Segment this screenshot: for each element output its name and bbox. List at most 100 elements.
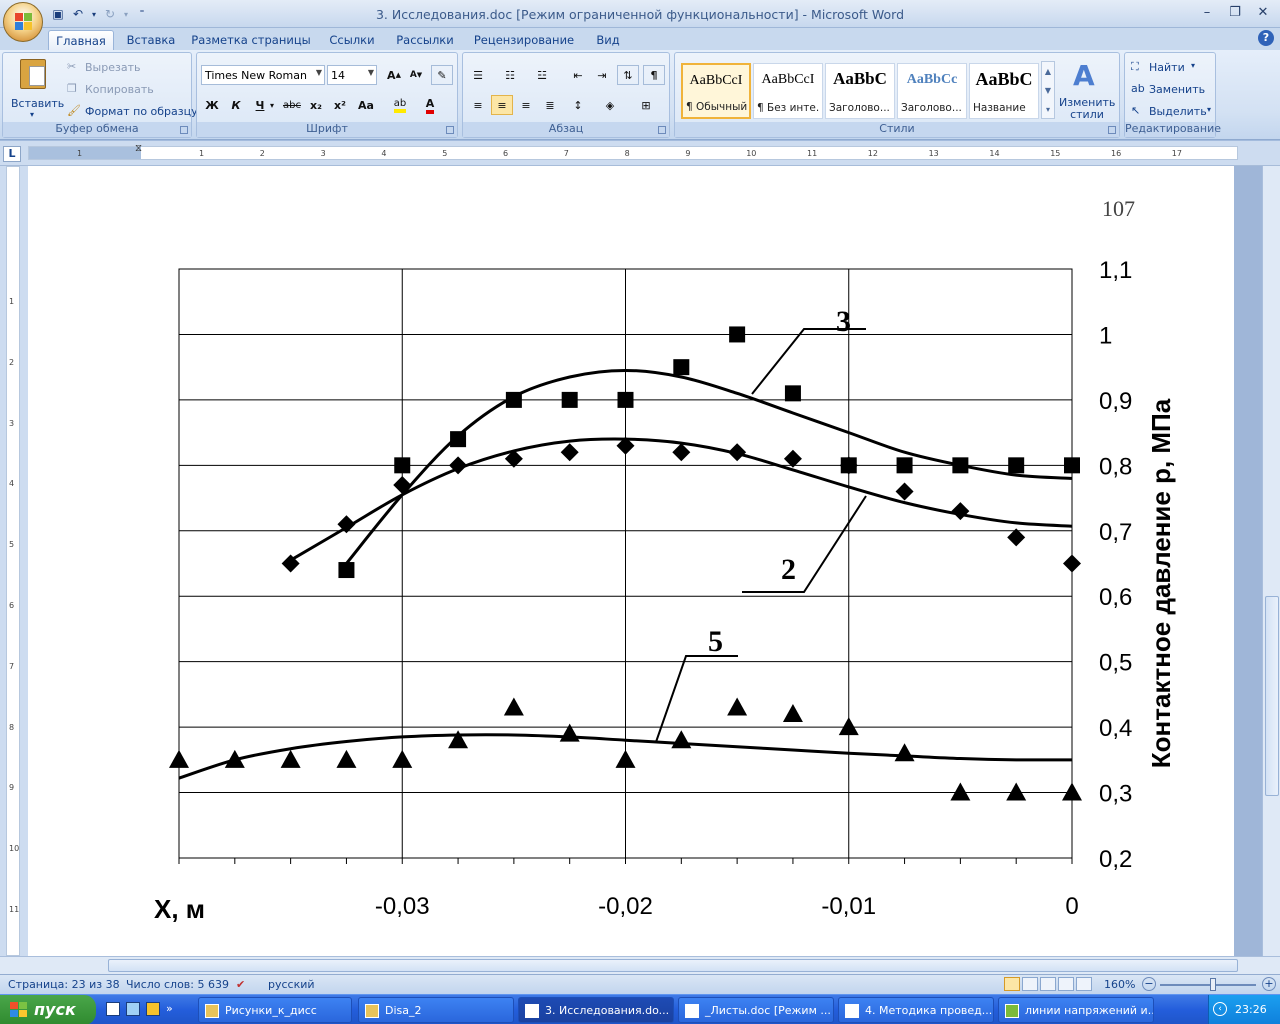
align-right-icon[interactable]: ≡ (515, 95, 537, 115)
taskbar-item[interactable]: _Листы.doc [Режим ... (678, 997, 834, 1023)
web-layout-icon[interactable] (1040, 977, 1056, 991)
tab-insert[interactable]: Вставка (122, 30, 180, 50)
font-size-combo[interactable]: 14 ▼ (327, 65, 377, 85)
font-name-combo[interactable]: Times New Roman ▼ (201, 65, 325, 85)
select-button[interactable]: ↖ Выделить ▾ (1129, 103, 1213, 121)
tab-mailings[interactable]: Рассылки (390, 30, 460, 50)
status-language[interactable]: русский (268, 978, 315, 991)
status-word-count[interactable]: Число слов: 5 639 (126, 978, 229, 991)
copy-button[interactable]: ❐ Копировать (65, 81, 185, 99)
bullets-icon[interactable]: ☰ (467, 65, 489, 85)
restore-icon[interactable]: ❐ (1222, 2, 1248, 22)
align-left-icon[interactable]: ≡ (467, 95, 489, 115)
strikethrough-button[interactable]: abc (281, 95, 303, 115)
vertical-ruler-strip[interactable]: 1 2 3 4 5 6 7 8 9 10 11 (6, 166, 20, 956)
numbering-icon[interactable]: ☷ (499, 65, 521, 85)
style-heading-2[interactable]: AaBbCc Заголово... (897, 63, 967, 119)
close-icon[interactable]: ✕ (1250, 2, 1276, 22)
horizontal-scroll-thumb[interactable] (108, 959, 1238, 972)
zoom-in-icon[interactable]: + (1262, 977, 1276, 991)
styles-launcher-icon[interactable] (1108, 126, 1116, 134)
tab-home[interactable]: Главная (48, 30, 114, 50)
page[interactable]: 107 0,2 0,3 0,4 0,5 0,6 0,7 0,8 0,9 1 1,1 -0,03 -0,… (28, 166, 1234, 956)
style-no-spacing[interactable]: AaBbCcI ¶ Без инте... (753, 63, 823, 119)
superscript-button[interactable]: x² (329, 95, 351, 115)
change-styles-button[interactable]: A Изменить стили (1059, 57, 1115, 121)
data-point-diamond (560, 443, 579, 462)
taskbar-item[interactable]: линии напряжений и... (998, 997, 1154, 1023)
shrink-font-button[interactable]: A ▼ (405, 65, 427, 85)
font-launcher-icon[interactable] (446, 126, 454, 134)
status-page[interactable]: Страница: 23 из 38 (8, 978, 120, 991)
change-case-button[interactable]: Aa (355, 95, 377, 115)
indent-marker-icon[interactable]: ⧖ (135, 143, 142, 154)
clipboard-launcher-icon[interactable] (180, 126, 188, 134)
tab-selector-icon[interactable]: L (3, 146, 21, 162)
style-title[interactable]: AaBbC Название (969, 63, 1039, 119)
full-screen-icon[interactable] (1022, 977, 1038, 991)
explorer-launch-icon[interactable] (126, 1002, 140, 1016)
x-tick-label: -0,02 (598, 893, 653, 920)
format-painter-button[interactable]: 🖌 Формат по образцу (65, 103, 198, 121)
sort-icon[interactable]: ⇅ (617, 65, 639, 85)
data-point-square (1008, 457, 1025, 474)
justify-icon[interactable]: ≣ (539, 95, 561, 115)
tab-references[interactable]: Ссылки (322, 30, 382, 50)
font-color-icon[interactable]: A (419, 95, 441, 115)
paragraph-launcher-icon[interactable] (658, 126, 666, 134)
tab-page-layout[interactable]: Разметка страницы (188, 30, 314, 50)
help-icon[interactable]: ? (1258, 30, 1274, 46)
zoom-out-icon[interactable]: − (1142, 977, 1156, 991)
tab-review[interactable]: Рецензирование (468, 30, 580, 50)
show-marks-icon[interactable]: ¶ (643, 65, 665, 85)
zoom-level[interactable]: 160% (1104, 978, 1135, 991)
clock[interactable]: 23:26 (1235, 1003, 1267, 1016)
paste-button[interactable]: Вставить ▾ (7, 57, 64, 119)
decrease-indent-icon[interactable]: ⇤ (567, 65, 589, 85)
shading-icon[interactable]: ◈ (599, 95, 621, 115)
increase-indent-icon[interactable]: ⇥ (591, 65, 613, 85)
vertical-scrollbar[interactable] (1262, 166, 1280, 956)
word-launch-icon[interactable] (106, 1002, 120, 1016)
grow-font-button[interactable]: A ▲ (383, 65, 405, 85)
multilevel-list-icon[interactable]: ☳ (531, 65, 553, 85)
highlight-icon[interactable]: ab (389, 95, 411, 115)
ruler-strip[interactable]: ⧖ 1 1 2 3 4 5 6 7 8 9 10 11 12 13 14 15 16 17 (28, 143, 1238, 160)
styles-scroll[interactable]: ▲ ▼ ▾ (1041, 61, 1055, 119)
zoom-slider[interactable] (1160, 978, 1256, 991)
clear-format-button[interactable]: ✎ (431, 65, 453, 85)
print-layout-icon[interactable] (1004, 977, 1020, 991)
replace-button[interactable]: ab Заменить (1129, 81, 1213, 99)
more-icon[interactable]: » (166, 1002, 173, 1016)
find-button[interactable]: ⛶ Найти ▾ (1129, 59, 1213, 77)
outline-icon[interactable] (1058, 977, 1074, 991)
vertical-scroll-thumb[interactable] (1265, 596, 1279, 796)
ruler-number: 7 (563, 149, 569, 158)
app-launch-icon[interactable] (146, 1002, 160, 1016)
zoom-slider-thumb[interactable] (1210, 978, 1216, 991)
tray-expand-icon[interactable]: ‹ (1213, 1002, 1227, 1016)
horizontal-ruler[interactable]: L ⧖ 1 1 2 3 4 5 6 7 8 9 10 11 12 13 14 15 16 17 (0, 141, 1280, 166)
start-button[interactable]: пуск (0, 995, 96, 1024)
cut-button[interactable]: ✂ Вырезать (65, 59, 185, 77)
italic-button[interactable]: К (225, 95, 247, 115)
vertical-ruler[interactable]: 1 2 3 4 5 6 7 8 9 10 11 (0, 166, 28, 956)
horizontal-scrollbar[interactable] (0, 956, 1280, 974)
taskbar-item[interactable]: 4. Методика провед... (838, 997, 994, 1023)
spellcheck-icon[interactable]: ✔ (236, 978, 245, 991)
style-normal[interactable]: AaBbCcI ¶ Обычный (681, 63, 751, 119)
taskbar-item[interactable]: Рисунки_к_дисс (198, 997, 352, 1023)
subscript-button[interactable]: x₂ (305, 95, 327, 115)
minimize-icon[interactable]: – (1194, 2, 1220, 22)
bold-button[interactable]: Ж (201, 95, 223, 115)
line-spacing-icon[interactable]: ↕ (567, 95, 589, 115)
taskbar-item[interactable]: Disa_2 (358, 997, 514, 1023)
tab-view[interactable]: Вид (588, 30, 628, 50)
underline-dropdown-icon[interactable]: ▾ (267, 95, 277, 115)
style-heading-1[interactable]: AaBbC Заголово... (825, 63, 895, 119)
draft-icon[interactable] (1076, 977, 1092, 991)
borders-icon[interactable]: ⊞ (635, 95, 657, 115)
align-center-icon[interactable]: ≡ (491, 95, 513, 115)
office-button[interactable] (3, 2, 43, 42)
taskbar-item[interactable]: 3. Исследования.do... (518, 997, 674, 1023)
